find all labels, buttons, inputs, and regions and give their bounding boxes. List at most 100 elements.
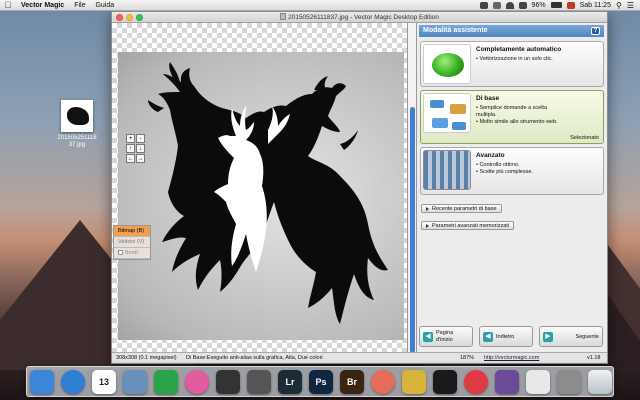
status-url[interactable]: http://vectormagic.com [484, 353, 539, 364]
search-icon[interactable]: ⚲ [616, 1, 622, 10]
dock-photoshop-icon[interactable]: Ps [309, 370, 333, 394]
battery-percent[interactable]: 96% [532, 2, 546, 9]
dock-installer-icon[interactable] [526, 370, 550, 394]
desktop-file-name: 37.jpg [68, 142, 86, 148]
card-line: • Scelte più complesse. [476, 169, 533, 175]
image-canvas[interactable]: + - ↑ ↓ ← → Bitmap (B) Vettore (V) Bordi [112, 23, 408, 352]
zoom-out-button[interactable]: - [136, 134, 145, 143]
dock-preview-icon[interactable] [123, 370, 147, 394]
apple-icon[interactable]:  [0, 0, 16, 11]
dock-other-icon[interactable] [557, 370, 581, 394]
home-label-line: Pagina [436, 329, 454, 336]
status-zoom: 187% [460, 355, 475, 361]
home-page-button[interactable]: ◀ Pagina d'inizio [419, 326, 473, 347]
dock-camera-icon[interactable] [247, 370, 271, 394]
status-dimensions: 308x308 (0.1 megapixel) [116, 355, 177, 361]
window-titlebar[interactable]: 20150526111837.jpg - Vector Magic Deskto… [112, 12, 607, 23]
dock-vectormagic-icon[interactable] [433, 370, 457, 394]
dock-safari-icon[interactable] [61, 370, 85, 394]
dock-imovie-icon[interactable] [495, 370, 519, 394]
status-bar: 308x308 (0.1 megapixel) Di Base:Eseguito… [112, 352, 607, 363]
next-button[interactable]: ▶ Seguente [539, 326, 603, 347]
mode-vector[interactable]: Vettore (V) [114, 237, 150, 248]
assistant-panel: Modalità assistente ? Completamente auto… [417, 23, 607, 352]
zoom-control: + - ↑ ↓ ← → [126, 134, 149, 163]
wifi-icon[interactable] [505, 1, 514, 9]
battery-icon[interactable] [550, 2, 562, 8]
dock-photos-icon[interactable] [185, 370, 209, 394]
menu-file[interactable]: File [69, 0, 90, 11]
next-label: Seguente [575, 333, 599, 340]
menu-help[interactable]: Guida [90, 0, 119, 11]
mode-card-advanced[interactable]: Avanzato • Controllo ottimo. • Scelte pi… [420, 147, 604, 195]
dock-lightroom-icon[interactable]: Lr [278, 370, 302, 394]
dementor-silhouette [148, 62, 388, 324]
selected-note: Selezionato [570, 135, 599, 141]
dock-iphoto-icon[interactable] [371, 370, 395, 394]
saved-params-button[interactable]: Parametri avanzati memorizzati [421, 221, 515, 230]
menu-app-name[interactable]: Vector Magic [16, 0, 69, 11]
dock-evernote-icon[interactable] [154, 370, 178, 394]
dock-fcp-icon[interactable] [216, 370, 240, 394]
desktop-file[interactable]: 201505251118 37.jpg [52, 100, 102, 149]
zoom-in-button[interactable]: + [126, 134, 135, 143]
sliders-icon [423, 150, 471, 190]
card-line: • Semplice domande a scelta [476, 105, 548, 111]
mode-bitmap[interactable]: Bitmap (B) [114, 226, 150, 237]
status-version: v1.18 [587, 355, 601, 361]
view-mode-panel: Bitmap (B) Vettore (V) Bordi [113, 225, 151, 260]
back-label: Indietro [496, 333, 515, 340]
status-icon[interactable] [479, 1, 488, 9]
pan-down-button[interactable]: ↓ [136, 144, 145, 153]
status-icon[interactable] [492, 1, 501, 9]
scrollbar-thumb[interactable] [410, 107, 415, 353]
dock-calendar-icon[interactable]: 13 [92, 370, 116, 394]
menu-bar:  Vector Magic File Guida 96% Sab 11:25 … [0, 0, 640, 11]
doc-icon [280, 13, 287, 20]
bitmap-image [118, 52, 404, 340]
list-icon[interactable]: ☰ [627, 1, 634, 10]
green-button-icon [423, 44, 471, 84]
dock: 13 Lr Ps Br [26, 366, 614, 397]
back-button[interactable]: ◀ Indietro [479, 326, 533, 347]
card-title: Completamente automatico [476, 46, 562, 53]
flowchart-icon [423, 93, 471, 133]
mode-card-automatic[interactable]: Completamente automatico • Vettorizzazio… [420, 41, 604, 87]
dock-bridge-icon[interactable]: Br [340, 370, 364, 394]
minimize-button[interactable] [126, 14, 133, 21]
card-line: • Controllo ottimo. [476, 162, 520, 168]
app-window: 20150526111837.jpg - Vector Magic Deskto… [111, 11, 608, 364]
back-arrow-icon: ◀ [483, 331, 493, 342]
pan-up-button[interactable]: ↑ [126, 144, 135, 153]
dock-trash-icon[interactable] [588, 370, 612, 394]
edges-checkbox[interactable] [118, 250, 123, 255]
mode-edges[interactable]: Bordi [114, 248, 150, 259]
flag-icon[interactable] [566, 1, 575, 9]
desktop-file-name: 201505251118 [57, 135, 97, 141]
vertical-scrollbar[interactable] [408, 23, 417, 353]
triangle-icon [426, 206, 429, 211]
triangle-icon [426, 223, 429, 228]
recent-params-button[interactable]: Recente parametri di base [421, 204, 502, 213]
zoom-button[interactable] [136, 14, 143, 21]
pan-right-button[interactable]: → [136, 154, 145, 163]
pan-left-button[interactable]: ← [126, 154, 135, 163]
help-button[interactable]: ? [591, 27, 600, 35]
card-title: Avanzato [476, 152, 505, 159]
mode-edges-label: Bordi [125, 250, 138, 256]
card-line: • Molto simile allo strumento web. [476, 119, 558, 125]
volume-icon[interactable] [518, 1, 527, 9]
mode-card-basic[interactable]: Di base • Semplice domande a scelta mult… [420, 90, 604, 144]
window-title: 20150526111837.jpg - Vector Magic Deskto… [288, 14, 439, 21]
close-button[interactable] [116, 14, 123, 21]
file-thumbnail [61, 100, 93, 132]
home-label: Pagina d'inizio [436, 330, 453, 344]
home-arrow-icon: ◀ [423, 331, 433, 342]
dock-finder-icon[interactable] [30, 370, 54, 394]
status-summary: Di Base:Eseguito anti-alias sulla grafic… [186, 355, 323, 361]
next-arrow-icon: ▶ [543, 331, 553, 342]
clock[interactable]: Sab 11:25 [580, 2, 611, 9]
dock-music-icon[interactable] [464, 370, 488, 394]
home-label-line: d'inizio [436, 336, 453, 343]
dock-notes-icon[interactable] [402, 370, 426, 394]
